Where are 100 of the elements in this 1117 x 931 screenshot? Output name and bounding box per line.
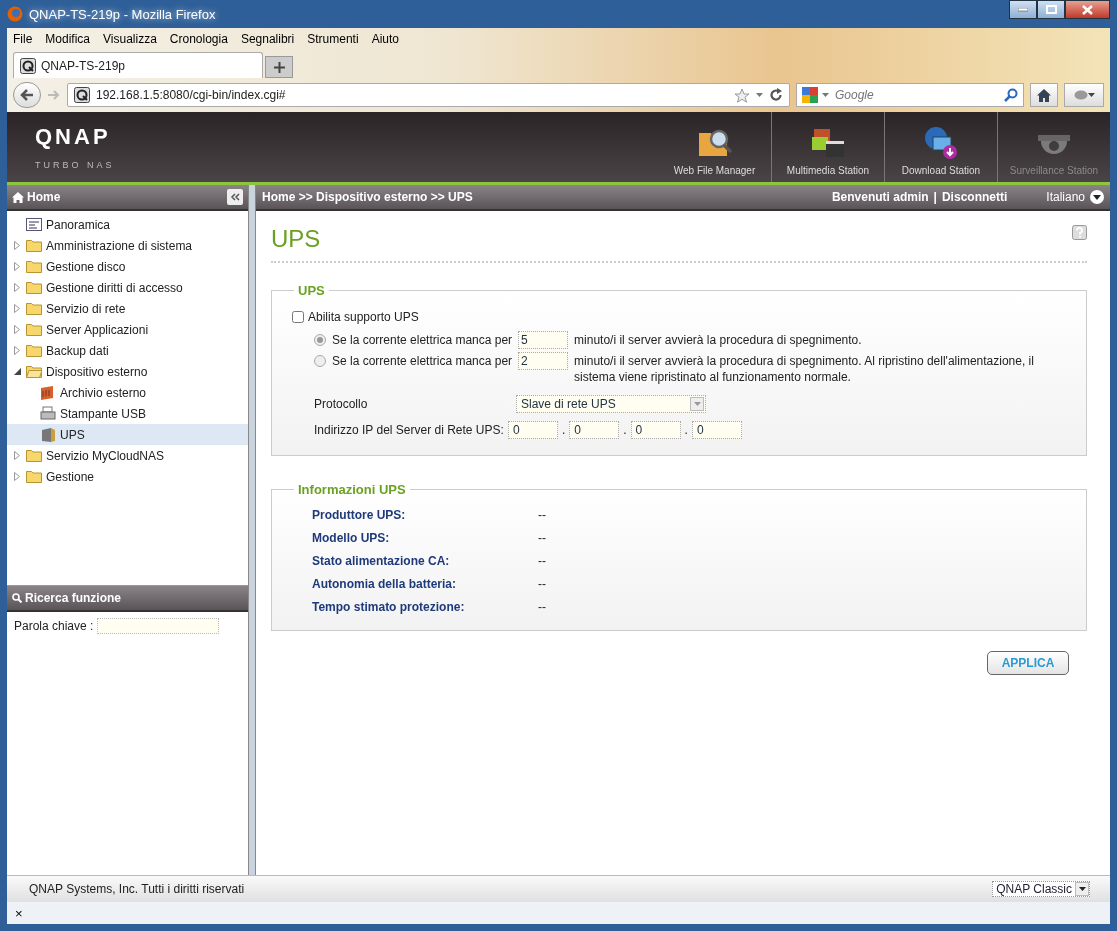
info-label: Modello UPS: — [312, 530, 391, 545]
menu-item[interactable]: Modifica — [45, 32, 91, 46]
site-icon — [20, 57, 36, 74]
close-button[interactable] — [1065, 0, 1110, 19]
menu-item[interactable]: Visualizza — [103, 32, 157, 46]
browser-tab[interactable]: QNAP-TS-219p — [13, 52, 263, 78]
ip-octet-field[interactable]: 0 — [630, 421, 681, 439]
ip-separator: . — [561, 423, 566, 437]
back-button[interactable] — [13, 82, 41, 108]
ip-separator: . — [684, 423, 688, 437]
url-text: 192.168.1.5:8080/cgi-bin/index.cgi# — [96, 88, 287, 102]
tree-item[interactable]: Stampante USB — [7, 403, 248, 424]
option-text: Se la corrente elettrica manca per — [332, 332, 513, 348]
checkbox-label: Abilita supporto UPS — [308, 310, 419, 324]
info-value: -- — [538, 576, 546, 591]
radio-button[interactable] — [314, 334, 326, 346]
forward-arrow-icon[interactable] — [47, 89, 61, 101]
tree-item[interactable]: Servizio di rete — [7, 298, 248, 319]
collapsed-triangle-icon[interactable] — [14, 241, 20, 250]
tree-item[interactable]: Backup dati — [7, 340, 248, 361]
collapse-button[interactable] — [227, 189, 243, 205]
tree-item[interactable]: Dispositivo esterno — [7, 361, 248, 382]
search-bar[interactable]: Google — [796, 83, 1024, 107]
search-engine-icon — [802, 87, 818, 103]
storage-device-icon — [40, 384, 56, 401]
collapsed-triangle-icon[interactable] — [14, 283, 20, 292]
document-icon — [26, 216, 42, 233]
tree-item[interactable]: Amministrazione di sistema — [7, 235, 248, 256]
addon-button[interactable] — [1064, 83, 1104, 107]
minutes-field[interactable]: 5 — [518, 331, 569, 349]
tree-item[interactable]: Gestione diritti di accesso — [7, 277, 248, 298]
info-value: -- — [538, 530, 546, 545]
search-icon[interactable] — [1004, 88, 1018, 102]
collapsed-triangle-icon[interactable] — [14, 451, 20, 460]
theme-dropdown[interactable]: QNAP Classic — [992, 881, 1090, 897]
menu-item[interactable]: Segnalibri — [240, 32, 295, 46]
collapsed-triangle-icon[interactable] — [14, 325, 20, 334]
search-icon — [12, 593, 22, 603]
site-icon — [74, 87, 90, 103]
tree-item[interactable]: Gestione disco — [7, 256, 248, 277]
info-label: Autonomia della batteria: — [312, 576, 458, 591]
address-bar[interactable]: 192.168.1.5:8080/cgi-bin/index.cgi# — [67, 83, 790, 107]
ip-octet-field[interactable]: 0 — [507, 421, 558, 439]
star-icon[interactable] — [734, 87, 750, 103]
folder-icon — [26, 344, 42, 357]
group-title: Informazioni UPS — [297, 482, 407, 497]
menu-item[interactable]: File — [13, 32, 33, 46]
home-icon — [12, 191, 24, 203]
folder-icon — [26, 470, 42, 483]
help-icon[interactable] — [1072, 225, 1087, 240]
tree-item[interactable]: Server Applicazioni — [7, 319, 248, 340]
dropdown-arrow-icon[interactable] — [822, 93, 829, 97]
search-panel-title: Ricerca funzione — [25, 591, 122, 605]
ip-octet-field[interactable]: 0 — [691, 421, 742, 439]
home-button[interactable] — [1030, 83, 1058, 107]
caret-icon — [693, 402, 701, 406]
menu-item[interactable]: Strumenti — [307, 32, 359, 46]
collapsed-triangle-icon[interactable] — [14, 304, 20, 313]
collapsed-triangle-icon[interactable] — [14, 262, 20, 271]
menu-item[interactable]: Aiuto — [371, 32, 399, 46]
reload-icon[interactable] — [769, 88, 783, 102]
info-label: Tempo stimato protezione: — [312, 599, 466, 614]
tree-item[interactable]: Servizio MyCloudNAS — [7, 445, 248, 466]
minutes-field[interactable]: 2 — [518, 352, 569, 370]
tree-item[interactable]: UPS — [7, 424, 248, 445]
keyword-field[interactable] — [97, 618, 220, 634]
language-selector[interactable]: Italiano — [1046, 190, 1085, 204]
tree-item[interactable]: Panoramica — [7, 214, 248, 235]
info-label: Produttore UPS: — [312, 507, 407, 522]
close-status-button[interactable]: × — [15, 905, 23, 921]
folder-icon — [26, 449, 42, 462]
enable-checkbox[interactable] — [292, 311, 304, 323]
app-launcher[interactable]: Multimedia Station — [771, 112, 884, 182]
tree-item[interactable]: Gestione — [7, 466, 248, 487]
info-label: Stato alimentazione CA: — [312, 553, 451, 568]
group-title: UPS — [297, 283, 326, 298]
caret-icon — [1093, 194, 1101, 200]
radio-button[interactable] — [314, 355, 326, 367]
minimize-button[interactable] — [1009, 0, 1037, 19]
info-value: -- — [538, 553, 546, 568]
collapsed-triangle-icon[interactable] — [14, 346, 20, 355]
language-dropdown-button[interactable] — [1090, 190, 1104, 204]
expanded-triangle-icon[interactable] — [13, 368, 21, 375]
app-launcher[interactable]: Web File Manager — [658, 112, 771, 182]
dropdown-arrow-icon[interactable] — [756, 93, 763, 97]
maximize-button[interactable] — [1037, 0, 1065, 19]
app-launcher[interactable]: Download Station — [884, 112, 997, 182]
globe-monitor-download-icon — [923, 125, 959, 161]
tree-item[interactable]: Archivio esterno — [7, 382, 248, 403]
protocol-dropdown[interactable]: Slave di rete UPS — [516, 395, 706, 413]
option-text: Se la corrente elettrica manca per — [332, 353, 513, 369]
search-input[interactable]: Google — [833, 87, 1000, 103]
logout-link[interactable]: Disconnetti — [941, 190, 1008, 204]
new-tab-button[interactable] — [265, 56, 293, 78]
back-arrow-icon — [20, 89, 34, 101]
info-value: -- — [538, 507, 546, 522]
protocol-label: Protocollo — [314, 397, 369, 411]
ip-octet-field[interactable]: 0 — [569, 421, 620, 439]
menu-item[interactable]: Cronologia — [169, 32, 228, 46]
collapsed-triangle-icon[interactable] — [14, 472, 20, 481]
